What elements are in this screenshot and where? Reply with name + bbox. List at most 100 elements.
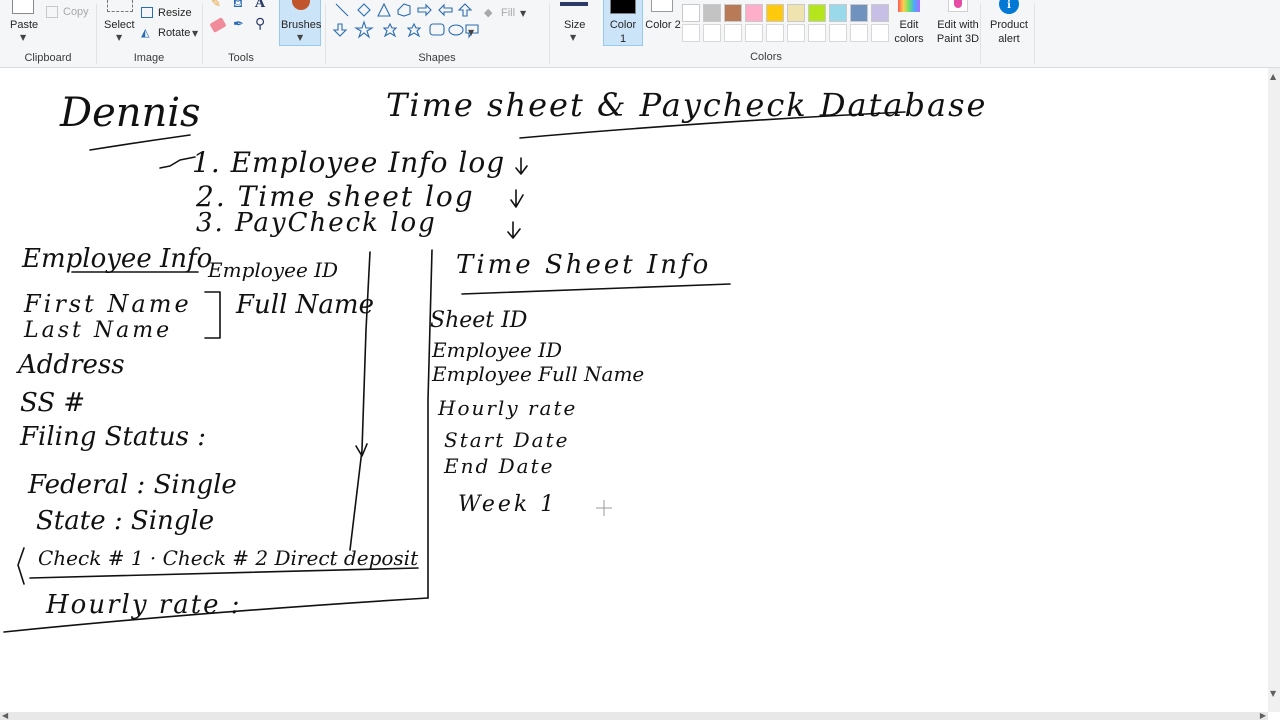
check-brace	[17, 547, 25, 585]
paste-button[interactable]: Paste ▼	[6, 0, 40, 46]
separator	[549, 4, 550, 64]
separator	[1034, 4, 1035, 64]
fill-button[interactable]: ◆ Fill ▼	[484, 6, 526, 22]
chevron-down-icon: ▼	[520, 9, 527, 18]
employee-id: Employee ID	[208, 258, 339, 282]
check-line: Check # 1 · Check # 2 Direct deposit	[38, 546, 419, 570]
hourly-rate-right: Hourly rate	[438, 396, 578, 420]
palette-row2	[682, 24, 890, 44]
magnifier-icon[interactable]: ⚲	[255, 16, 265, 32]
copy-icon	[46, 6, 58, 18]
rotate-button[interactable]: ◭ Rotate ▼	[141, 26, 199, 42]
vertical-scrollbar[interactable]: ▲ ▼	[1268, 68, 1280, 712]
palette-swatch-empty[interactable]	[682, 24, 700, 42]
scroll-up-icon[interactable]: ▲	[1270, 72, 1276, 81]
palette-swatch-empty[interactable]	[850, 24, 868, 42]
eraser-icon[interactable]	[209, 17, 227, 33]
size-label: Size	[564, 19, 586, 31]
rotate-icon: ◭	[141, 26, 150, 39]
palette-swatch[interactable]	[682, 4, 700, 22]
palette-swatch[interactable]	[787, 4, 805, 22]
ts-full-name: Employee Full Name	[432, 362, 645, 386]
palette-swatch[interactable]	[829, 4, 847, 22]
resize-icon	[141, 7, 153, 18]
palette-swatch[interactable]	[850, 4, 868, 22]
checkmark	[159, 156, 196, 169]
palette-swatch-empty[interactable]	[703, 24, 721, 42]
palette-swatch-empty[interactable]	[745, 24, 763, 42]
resize-label: Resize	[158, 7, 192, 19]
copy-label: Copy	[63, 6, 89, 18]
palette-swatch-empty[interactable]	[724, 24, 742, 42]
palette-swatch[interactable]	[808, 4, 826, 22]
info-icon: i	[999, 0, 1019, 14]
palette-swatch[interactable]	[871, 4, 889, 22]
scroll-down-icon[interactable]: ▼	[1270, 689, 1276, 698]
chevron-down-icon: ▼	[192, 29, 199, 38]
palette-swatch[interactable]	[724, 4, 742, 22]
select-icon	[107, 0, 133, 12]
chevron-down-icon: ▼	[297, 33, 304, 42]
end-date: End Date	[444, 454, 555, 478]
clipboard-group-label: Clipboard	[24, 52, 72, 64]
edit-colors-label: Edit colors	[894, 19, 924, 45]
paint3d-icon-drop	[954, 0, 962, 8]
image-group-label: Image	[133, 52, 165, 64]
brushes-label: Brushes	[281, 19, 322, 31]
clipboard-icon	[12, 0, 34, 14]
edit-colors-button[interactable]: Edit colors	[890, 0, 928, 48]
brushes-button[interactable]: Brushes ▼	[279, 0, 321, 46]
clipboard-group: Paste ▼ Copy Clipboard	[0, 0, 96, 68]
scroll-left-icon[interactable]: ◀	[2, 711, 8, 720]
dennis-underline	[89, 134, 191, 151]
last-name: Last Name	[24, 318, 173, 343]
first-name: First Name	[24, 290, 192, 318]
palette-swatch-empty[interactable]	[829, 24, 847, 42]
palette-swatch-empty[interactable]	[787, 24, 805, 42]
tools-group: ✎ ⛾ A ✒ ⚲ Brushes ▼ Tools	[203, 0, 323, 68]
size-button[interactable]: Size ▼	[552, 0, 594, 50]
horizontal-scrollbar[interactable]: ◀ ▶	[0, 711, 1268, 720]
image-group: Select ▼ Resize ◭ Rotate ▼ Image	[97, 0, 201, 68]
tools-group-label: Tools	[228, 52, 254, 64]
pencil-icon[interactable]: ✎	[211, 0, 221, 10]
chevron-down-icon: ▼	[116, 33, 123, 42]
drawing-canvas[interactable]: Dennis Time sheet & Paycheck Database 1.…	[0, 68, 1268, 712]
palette-swatch[interactable]	[766, 4, 784, 22]
box-vertical-right	[427, 249, 433, 599]
color-palette	[682, 0, 890, 46]
palette-swatch-empty[interactable]	[871, 24, 889, 42]
color2-button[interactable]: Color 2	[643, 0, 683, 46]
fill-icon[interactable]: ⛾	[233, 0, 243, 12]
chevron-down-icon[interactable]: ▼	[468, 28, 474, 37]
product-alert-label: Product alert	[990, 19, 1028, 45]
ssn: SS #	[20, 388, 86, 418]
resize-button[interactable]: Resize	[141, 6, 197, 22]
select-button[interactable]: Select ▼	[101, 0, 139, 46]
palette-swatch-empty[interactable]	[766, 24, 784, 42]
text-icon[interactable]: A	[255, 0, 265, 11]
product-alert-button[interactable]: i Product alert	[986, 0, 1032, 48]
shapes-gallery[interactable]	[332, 0, 482, 44]
scroll-right-icon[interactable]: ▶	[1260, 711, 1266, 720]
timesheet-heading: Time Sheet Info	[456, 250, 712, 280]
shapes-group-label: Shapes	[418, 52, 456, 64]
title-left: Dennis	[60, 90, 201, 136]
size-icon	[560, 2, 588, 6]
palette-swatch[interactable]	[745, 4, 763, 22]
palette-swatch-empty[interactable]	[808, 24, 826, 42]
brush-icon	[292, 0, 310, 10]
list-item-3: 3. PayCheck log	[196, 208, 437, 238]
shapes-group: ▼ ◆ Fill ▼ Shapes	[326, 0, 548, 68]
color-picker-icon[interactable]: ✒	[233, 17, 244, 32]
paint3d-button[interactable]: Edit with Paint 3D	[934, 0, 982, 48]
color2-swatch	[651, 0, 673, 12]
cursor-crosshair	[596, 500, 612, 516]
palette-swatch[interactable]	[703, 4, 721, 22]
ribbon: Paste ▼ Copy Clipboard Select ▼ Resize ◭	[0, 0, 1280, 68]
week: Week 1	[458, 492, 558, 517]
color-wheel-icon	[898, 0, 920, 12]
title-right: Time sheet & Paycheck Database	[386, 86, 988, 124]
copy-button[interactable]: Copy	[46, 5, 90, 21]
color1-button[interactable]: Color 1	[603, 0, 643, 46]
